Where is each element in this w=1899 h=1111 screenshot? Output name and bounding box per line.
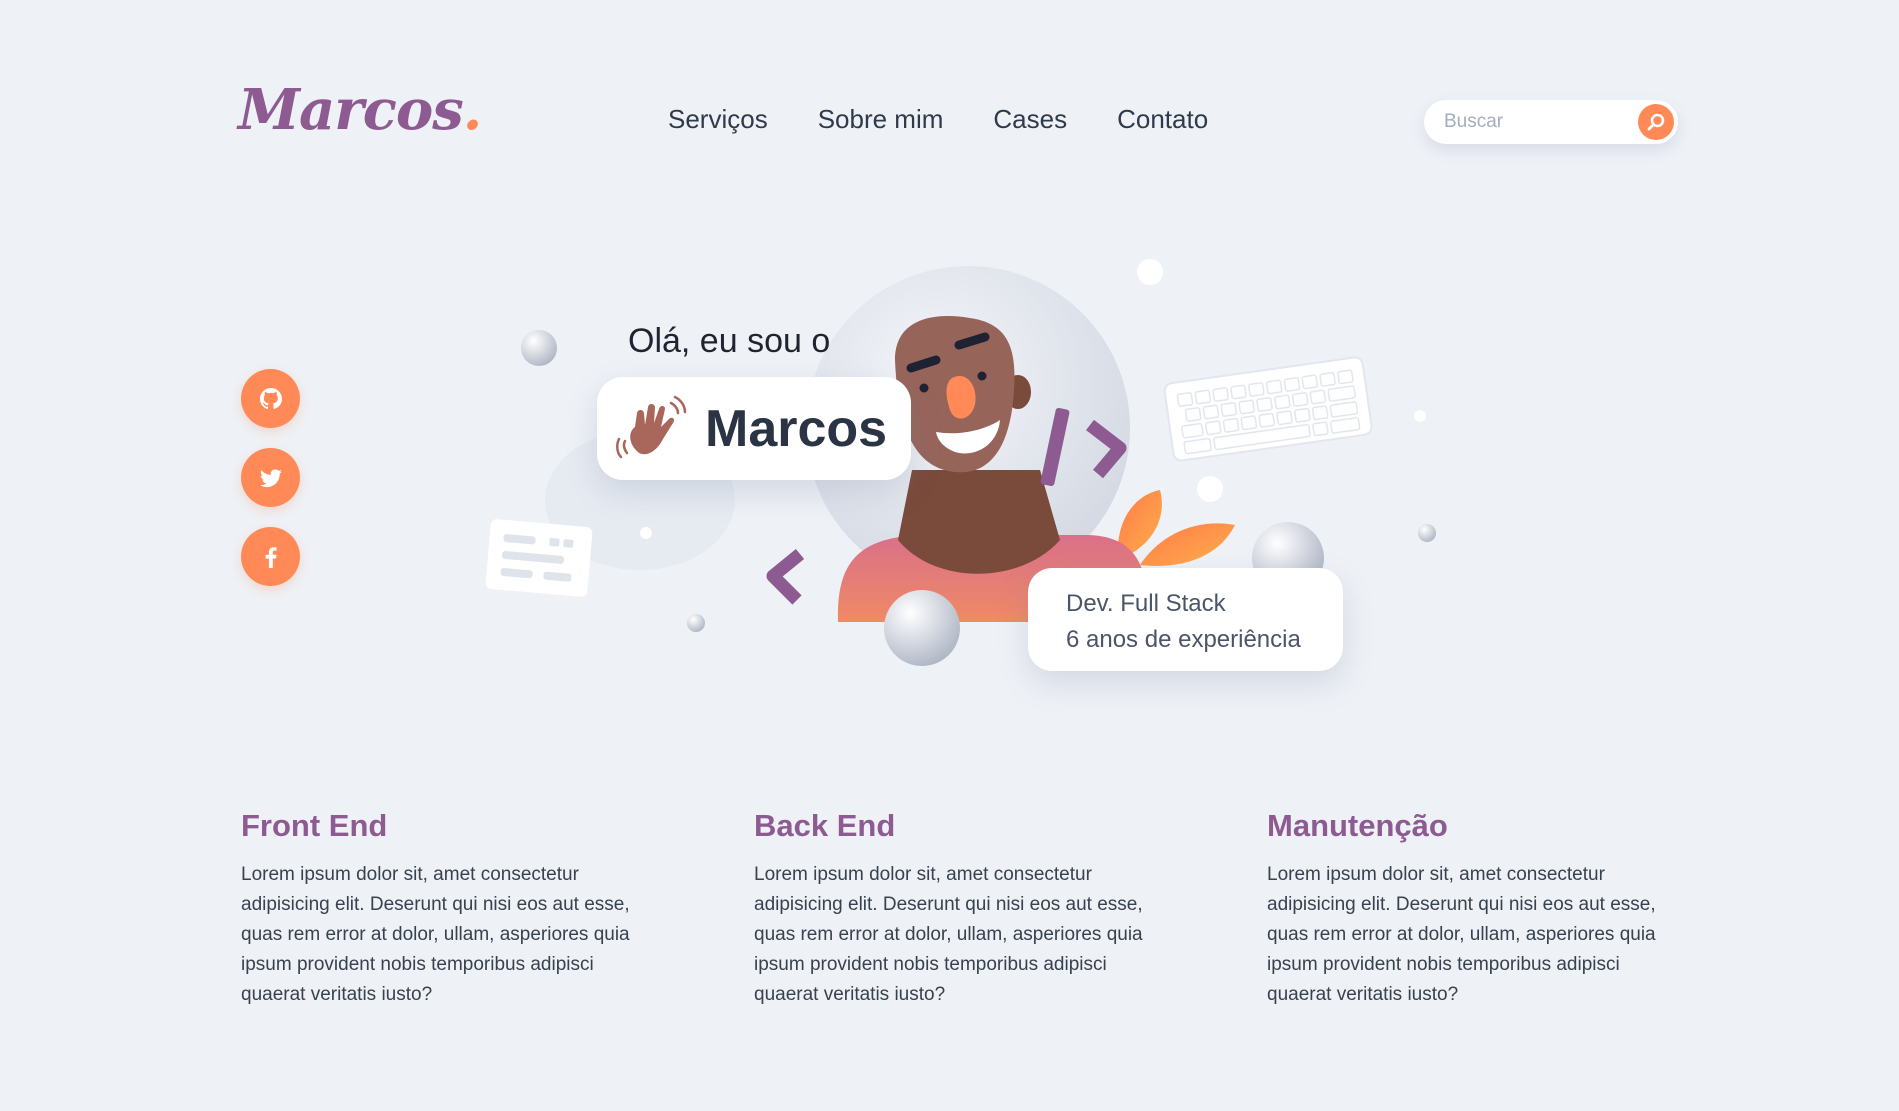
service-manutencao: Manutenção Lorem ipsum dolor sit, amet c… xyxy=(1267,808,1685,1010)
service-title: Back End xyxy=(754,808,896,843)
service-description: Lorem ipsum dolor sit, amet consectetur … xyxy=(1267,864,1656,1005)
keyboard-decor xyxy=(1163,356,1373,462)
service-description: Lorem ipsum dolor sit, amet consectetur … xyxy=(754,864,1143,1005)
decor-dot xyxy=(1197,476,1223,502)
code-card-decor xyxy=(485,519,593,597)
hero-illustration xyxy=(485,259,1436,666)
decor-sphere xyxy=(687,614,705,632)
decor-dot xyxy=(1137,259,1163,285)
page: Marcos. Serviços Sobre mim Cases Contato xyxy=(0,0,1899,1111)
hero-section: Olá, eu sou o Marcos Dev. Full Stack 6 a… xyxy=(0,0,1899,700)
decor-sphere xyxy=(521,330,557,366)
decor-dot xyxy=(1414,410,1426,422)
name-card: Marcos xyxy=(597,377,911,480)
service-back-end: Back End Lorem ipsum dolor sit, amet con… xyxy=(754,808,1172,1010)
hero-name: Marcos xyxy=(705,399,888,458)
decor-dot xyxy=(640,527,652,539)
waving-hand-icon xyxy=(616,395,687,458)
services-section: Front End Lorem ipsum dolor sit, amet co… xyxy=(241,808,1685,1010)
role-text: Dev. Full Stack xyxy=(1066,590,1226,617)
service-title: Manutenção xyxy=(1267,808,1448,843)
service-description: Lorem ipsum dolor sit, amet consectetur … xyxy=(241,864,630,1005)
info-card: Dev. Full Stack 6 anos de experiência xyxy=(1028,568,1343,671)
decor-sphere xyxy=(884,590,960,666)
hero-greeting: Olá, eu sou o xyxy=(628,322,831,360)
service-front-end: Front End Lorem ipsum dolor sit, amet co… xyxy=(241,808,659,1010)
service-title: Front End xyxy=(241,808,388,843)
experience-text: 6 anos de experiência xyxy=(1066,626,1301,653)
decor-sphere xyxy=(1418,524,1436,542)
